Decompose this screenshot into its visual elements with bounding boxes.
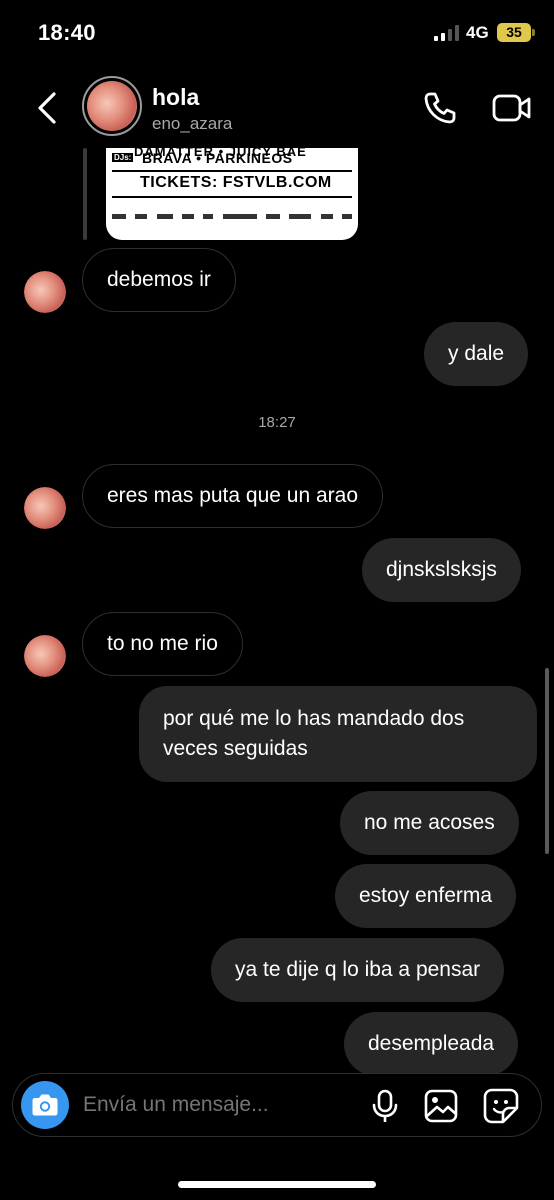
contact-avatar[interactable] [82, 76, 142, 136]
incoming-message[interactable]: to no me rio [82, 612, 243, 676]
scrollbar[interactable] [545, 668, 549, 854]
message-composer [12, 1073, 542, 1137]
post-line-3: TICKETS: FSTVLB.COM [140, 174, 332, 191]
post-sponsor-logos [112, 208, 352, 224]
phone-icon[interactable] [422, 90, 458, 126]
shared-post[interactable]: DAMATTER • JUICY BAE DJs: BRAVA • PARKIN… [106, 148, 358, 240]
incoming-message[interactable]: debemos ir [82, 248, 236, 312]
sender-avatar[interactable] [24, 487, 66, 529]
outgoing-message[interactable]: y dale [424, 322, 529, 386]
status-time: 18:40 [38, 20, 96, 45]
gallery-icon[interactable] [424, 1089, 458, 1123]
outgoing-message[interactable]: djnskslsksjs [362, 538, 521, 602]
chat-header: hola eno_azara [0, 68, 554, 148]
post-line-2: BRAVA • PARKINEOS [142, 150, 293, 166]
post-divider [112, 196, 352, 198]
message-timestamp: 18:27 [258, 414, 296, 431]
camera-button[interactable] [21, 1081, 69, 1129]
sender-avatar[interactable] [24, 635, 66, 677]
battery-cap [532, 29, 535, 36]
incoming-message[interactable]: eres mas puta que un arao [82, 464, 383, 528]
sticker-icon[interactable] [483, 1088, 519, 1124]
signal-icon [434, 25, 459, 41]
outgoing-message[interactable]: ya te dije q lo iba a pensar [211, 938, 505, 1002]
message-input[interactable] [83, 1093, 353, 1117]
contact-name[interactable]: hola [152, 84, 199, 111]
status-bar: 18:40 4G 35 [0, 0, 554, 68]
video-call-icon[interactable] [492, 92, 532, 124]
post-dj-tag: DJs: [112, 153, 134, 162]
back-arrow-icon[interactable] [34, 90, 62, 126]
outgoing-message[interactable]: estoy enferma [335, 864, 517, 928]
outgoing-message[interactable]: desempleada [344, 1012, 519, 1076]
contact-username[interactable]: eno_azara [152, 114, 232, 134]
home-indicator[interactable] [178, 1181, 376, 1188]
network-label: 4G [466, 23, 489, 42]
sender-avatar[interactable] [24, 271, 66, 313]
microphone-icon[interactable] [370, 1089, 400, 1123]
camera-icon [32, 1094, 58, 1116]
battery-icon: 35 [497, 23, 531, 42]
reply-bar [83, 148, 87, 240]
post-divider [112, 170, 352, 172]
outgoing-message[interactable]: por qué me lo has mandado dos veces segu… [139, 686, 537, 782]
outgoing-message[interactable]: no me acoses [340, 791, 519, 855]
